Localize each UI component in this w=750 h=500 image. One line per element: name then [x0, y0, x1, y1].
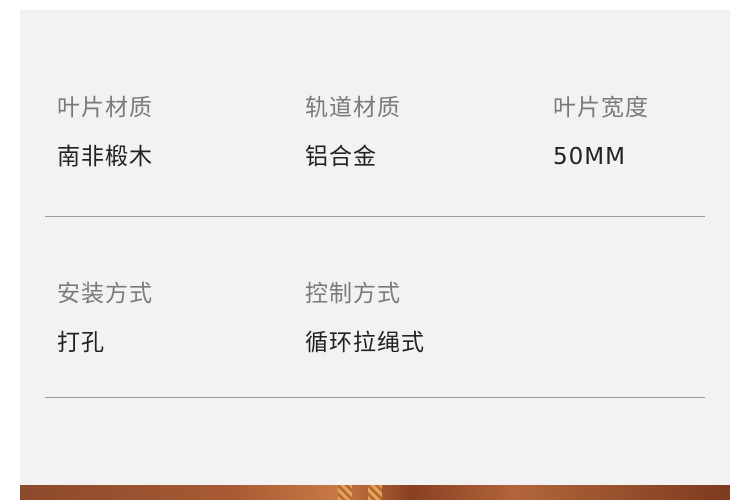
spec-label: 控制方式	[305, 281, 401, 307]
spec-blade-material: 叶片材质 南非椴木	[57, 93, 257, 172]
divider	[45, 397, 705, 398]
spec-label: 安装方式	[57, 281, 153, 307]
spec-value: 铝合金	[305, 144, 377, 170]
spec-control: 控制方式 循环拉绳式	[305, 279, 505, 358]
product-photo	[20, 485, 730, 500]
spec-row-2: 安装方式 打孔 控制方式 循环拉绳式	[45, 216, 705, 398]
spec-value: 打孔	[57, 330, 105, 356]
spec-value: 南非椴木	[57, 144, 153, 170]
product-spec-page: 叶片材质 南非椴木 轨道材质 铝合金 叶片宽度 50MM 安装方式 打孔 控制方…	[0, 0, 750, 500]
divider	[45, 216, 705, 217]
spec-label: 叶片材质	[57, 95, 153, 121]
spec-value: 50MM	[553, 144, 626, 170]
spec-track-material: 轨道材质 铝合金	[305, 93, 505, 172]
spec-panel: 叶片材质 南非椴木 轨道材质 铝合金 叶片宽度 50MM 安装方式 打孔 控制方…	[20, 10, 730, 485]
spec-value: 循环拉绳式	[305, 330, 425, 356]
spec-label: 叶片宽度	[553, 95, 649, 121]
pull-cord	[338, 485, 352, 500]
pull-cord	[368, 485, 382, 500]
spec-blade-width: 叶片宽度 50MM	[553, 93, 750, 172]
spec-installation: 安装方式 打孔	[57, 279, 257, 358]
spec-label: 轨道材质	[305, 95, 401, 121]
spec-row-1: 叶片材质 南非椴木 轨道材质 铝合金 叶片宽度 50MM	[45, 10, 705, 196]
